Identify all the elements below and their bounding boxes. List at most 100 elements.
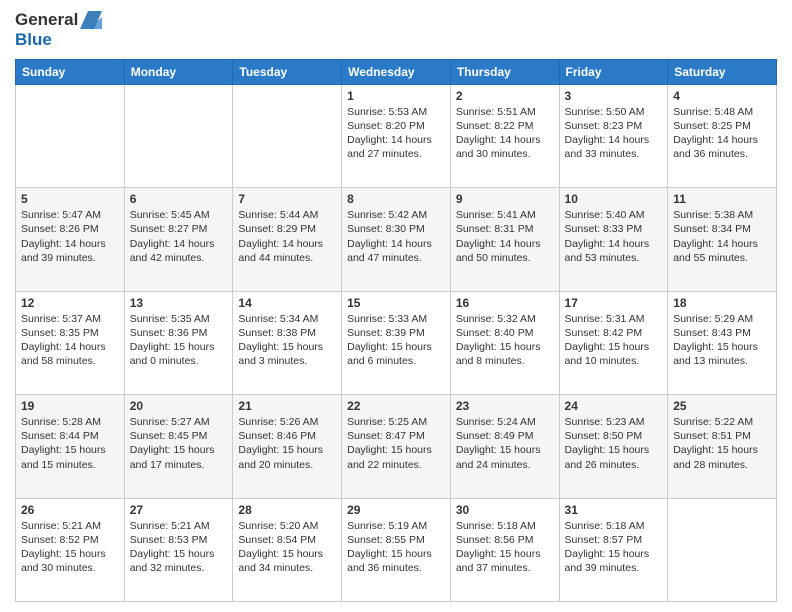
day-info: Daylight: 15 hours and 32 minutes. — [130, 547, 228, 575]
weekday-header-wednesday: Wednesday — [342, 59, 451, 84]
day-info: Sunrise: 5:24 AM — [456, 415, 554, 429]
day-number: 12 — [21, 296, 119, 310]
calendar-cell: 2Sunrise: 5:51 AMSunset: 8:22 PMDaylight… — [450, 84, 559, 187]
day-info: Sunrise: 5:18 AM — [456, 519, 554, 533]
calendar-cell: 27Sunrise: 5:21 AMSunset: 8:53 PMDayligh… — [124, 498, 233, 601]
day-info: Sunset: 8:30 PM — [347, 222, 445, 236]
day-info: Daylight: 14 hours and 44 minutes. — [238, 237, 336, 265]
day-info: Daylight: 14 hours and 30 minutes. — [456, 133, 554, 161]
day-info: Sunset: 8:20 PM — [347, 119, 445, 133]
day-info: Sunrise: 5:32 AM — [456, 312, 554, 326]
day-number: 3 — [565, 89, 663, 103]
day-number: 20 — [130, 399, 228, 413]
day-info: Sunrise: 5:51 AM — [456, 105, 554, 119]
calendar-cell — [124, 84, 233, 187]
day-number: 23 — [456, 399, 554, 413]
calendar-cell — [233, 84, 342, 187]
day-info: Daylight: 15 hours and 37 minutes. — [456, 547, 554, 575]
day-number: 14 — [238, 296, 336, 310]
day-info: Daylight: 15 hours and 36 minutes. — [347, 547, 445, 575]
weekday-header-sunday: Sunday — [16, 59, 125, 84]
day-info: Sunrise: 5:50 AM — [565, 105, 663, 119]
day-info: Sunrise: 5:42 AM — [347, 208, 445, 222]
day-info: Sunset: 8:53 PM — [130, 533, 228, 547]
day-number: 24 — [565, 399, 663, 413]
day-info: Sunset: 8:57 PM — [565, 533, 663, 547]
week-row-5: 26Sunrise: 5:21 AMSunset: 8:52 PMDayligh… — [16, 498, 777, 601]
day-info: Sunset: 8:45 PM — [130, 429, 228, 443]
day-number: 19 — [21, 399, 119, 413]
day-info: Sunset: 8:22 PM — [456, 119, 554, 133]
calendar-cell: 25 Sunrise: 5:22 AMSunset: 8:51 PMDayligh… — [668, 395, 777, 498]
day-info: Sunrise: 5:19 AM — [347, 519, 445, 533]
day-info: Daylight: 15 hours and 34 minutes. — [238, 547, 336, 575]
day-info: Sunset: 8:50 PM — [565, 429, 663, 443]
day-info: Daylight: 15 hours and 24 minutes. — [456, 443, 554, 471]
calendar-cell: 22Sunrise: 5:25 AMSunset: 8:47 PMDayligh… — [342, 395, 451, 498]
day-info: Sunrise: 5:47 AM — [21, 208, 119, 222]
day-number: 17 — [565, 296, 663, 310]
calendar-cell: 13Sunrise: 5:35 AMSunset: 8:36 PMDayligh… — [124, 291, 233, 394]
day-number: 25 — [673, 399, 771, 413]
calendar-cell: 28Sunrise: 5:20 AMSunset: 8:54 PMDayligh… — [233, 498, 342, 601]
day-info: Sunset: 8:33 PM — [565, 222, 663, 236]
day-info: Sunrise: 5:41 AM — [456, 208, 554, 222]
day-number: 7 — [238, 192, 336, 206]
calendar-cell: 16Sunrise: 5:32 AMSunset: 8:40 PMDayligh… — [450, 291, 559, 394]
day-info: Sunset: 8:35 PM — [21, 326, 119, 340]
day-info: Sunset: 8:51 PM — [673, 429, 771, 443]
day-number: 11 — [673, 192, 771, 206]
day-info: Sunrise: 5:37 AM — [21, 312, 119, 326]
week-row-2: 5Sunrise: 5:47 AMSunset: 8:26 PMDaylight… — [16, 188, 777, 291]
day-number: 15 — [347, 296, 445, 310]
day-info: Sunset: 8:23 PM — [565, 119, 663, 133]
day-info: Sunrise: 5:53 AM — [347, 105, 445, 119]
day-info: Daylight: 15 hours and 15 minutes. — [21, 443, 119, 471]
day-info: Sunrise: 5:33 AM — [347, 312, 445, 326]
day-info: Sunset: 8:26 PM — [21, 222, 119, 236]
calendar-cell: 31Sunrise: 5:18 AMSunset: 8:57 PMDayligh… — [559, 498, 668, 601]
day-info: Daylight: 15 hours and 3 minutes. — [238, 340, 336, 368]
weekday-header-saturday: Saturday — [668, 59, 777, 84]
day-number: 28 — [238, 503, 336, 517]
day-info: Daylight: 14 hours and 36 minutes. — [673, 133, 771, 161]
calendar-cell: 5Sunrise: 5:47 AMSunset: 8:26 PMDaylight… — [16, 188, 125, 291]
day-info: Sunset: 8:36 PM — [130, 326, 228, 340]
day-info: Sunset: 8:31 PM — [456, 222, 554, 236]
day-number: 30 — [456, 503, 554, 517]
day-info: Daylight: 15 hours and 17 minutes. — [130, 443, 228, 471]
day-info: Daylight: 14 hours and 58 minutes. — [21, 340, 119, 368]
week-row-4: 19Sunrise: 5:28 AMSunset: 8:44 PMDayligh… — [16, 395, 777, 498]
calendar-cell: 24Sunrise: 5:23 AMSunset: 8:50 PMDayligh… — [559, 395, 668, 498]
day-info: Sunrise: 5:22 AM — [673, 415, 771, 429]
calendar-cell: 4Sunrise: 5:48 AMSunset: 8:25 PMDaylight… — [668, 84, 777, 187]
day-info: Daylight: 14 hours and 39 minutes. — [21, 237, 119, 265]
day-info: Daylight: 14 hours and 55 minutes. — [673, 237, 771, 265]
day-info: Sunrise: 5:27 AM — [130, 415, 228, 429]
calendar-cell — [16, 84, 125, 187]
calendar: SundayMondayTuesdayWednesdayThursdayFrid… — [15, 59, 777, 602]
day-number: 22 — [347, 399, 445, 413]
day-info: Daylight: 15 hours and 8 minutes. — [456, 340, 554, 368]
calendar-cell: 26Sunrise: 5:21 AMSunset: 8:52 PMDayligh… — [16, 498, 125, 601]
day-number: 21 — [238, 399, 336, 413]
day-info: Daylight: 14 hours and 53 minutes. — [565, 237, 663, 265]
day-info: Sunrise: 5:21 AM — [21, 519, 119, 533]
day-info: Daylight: 15 hours and 39 minutes. — [565, 547, 663, 575]
day-info: Daylight: 15 hours and 13 minutes. — [673, 340, 771, 368]
calendar-cell: 15Sunrise: 5:33 AMSunset: 8:39 PMDayligh… — [342, 291, 451, 394]
day-info: Daylight: 15 hours and 28 minutes. — [673, 443, 771, 471]
day-info: Sunset: 8:46 PM — [238, 429, 336, 443]
day-info: Sunset: 8:52 PM — [21, 533, 119, 547]
weekday-header-row: SundayMondayTuesdayWednesdayThursdayFrid… — [16, 59, 777, 84]
day-info: Sunset: 8:25 PM — [673, 119, 771, 133]
day-info: Daylight: 14 hours and 50 minutes. — [456, 237, 554, 265]
day-info: Sunrise: 5:25 AM — [347, 415, 445, 429]
day-info: Sunrise: 5:23 AM — [565, 415, 663, 429]
day-info: Sunset: 8:56 PM — [456, 533, 554, 547]
day-info: Sunrise: 5:29 AM — [673, 312, 771, 326]
day-info: Daylight: 15 hours and 10 minutes. — [565, 340, 663, 368]
calendar-cell: 10Sunrise: 5:40 AMSunset: 8:33 PMDayligh… — [559, 188, 668, 291]
day-info: Sunrise: 5:26 AM — [238, 415, 336, 429]
day-info: Daylight: 15 hours and 30 minutes. — [21, 547, 119, 575]
